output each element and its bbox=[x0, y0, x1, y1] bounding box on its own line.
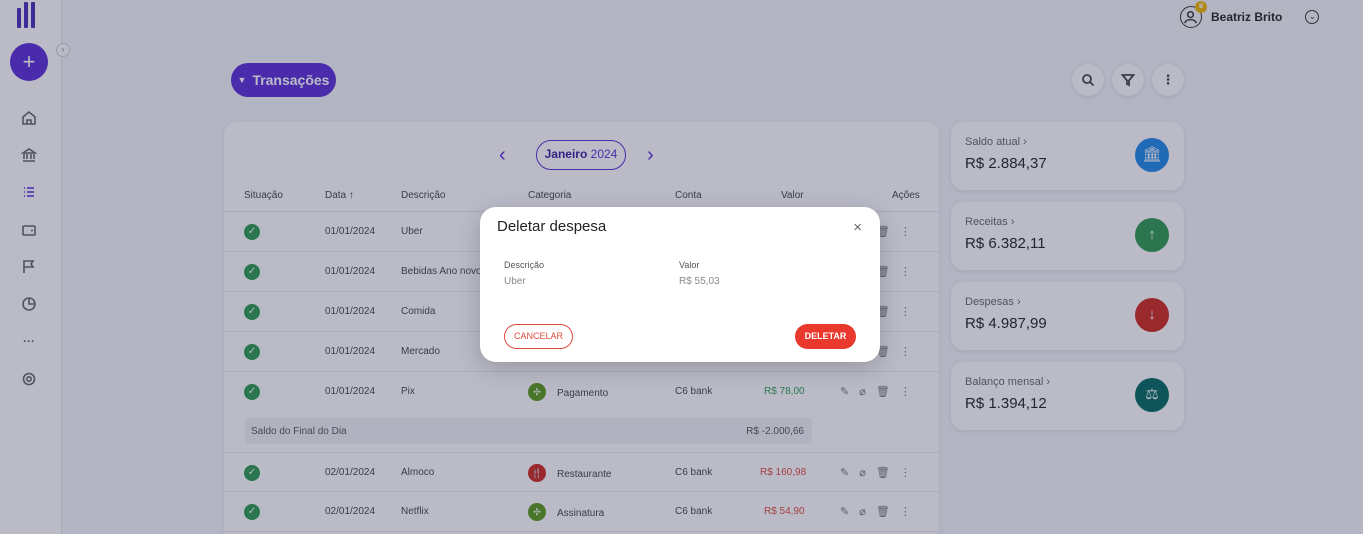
dialog-title: Deletar despesa bbox=[497, 218, 607, 235]
delete-button[interactable]: DELETAR bbox=[795, 324, 856, 349]
description-value: Uber bbox=[504, 276, 526, 287]
cancel-button[interactable]: CANCELAR bbox=[504, 324, 573, 349]
value-value: R$ 55,03 bbox=[679, 276, 720, 287]
value-label: Valor bbox=[679, 260, 700, 270]
description-label: Descrição bbox=[504, 260, 545, 270]
delete-expense-dialog: Deletar despesa × Descrição Uber Valor R… bbox=[480, 207, 880, 362]
close-icon[interactable]: × bbox=[853, 219, 862, 236]
